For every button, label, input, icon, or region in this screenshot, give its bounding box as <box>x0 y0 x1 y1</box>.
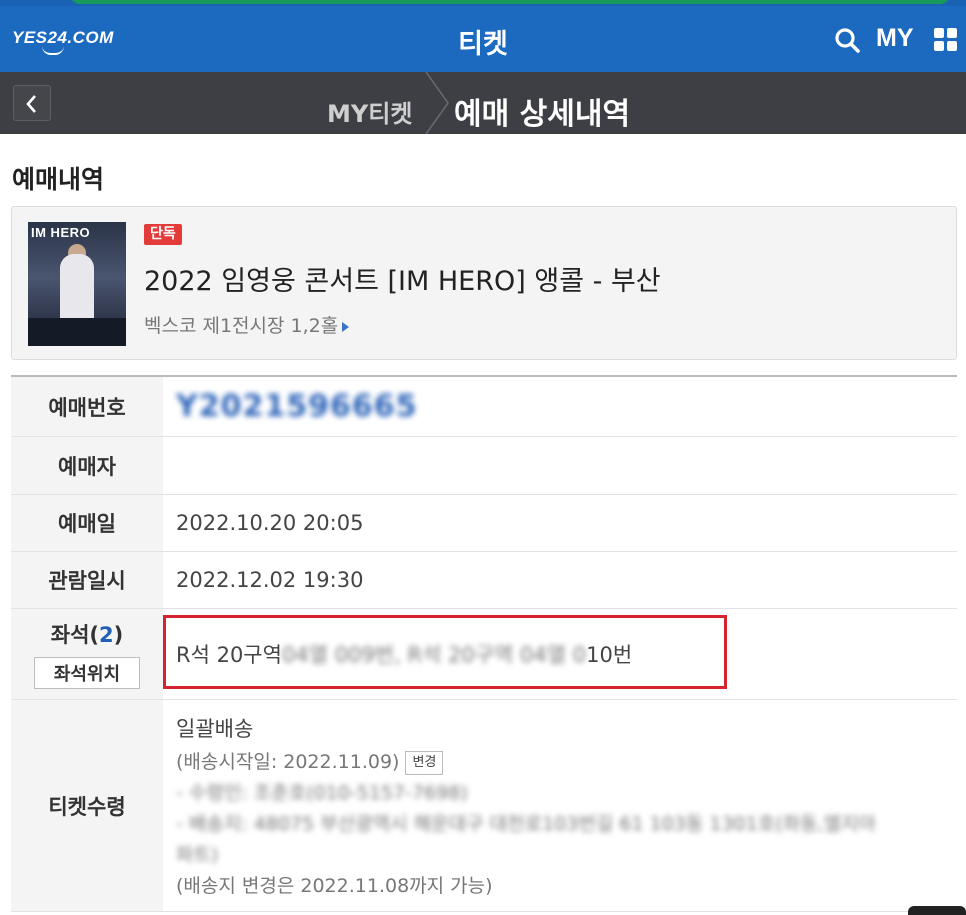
ticket-pickup-value: 일괄배송 (배송시작일: 2022.11.09) 변경 - 수령인: 조춘호(01… <box>163 700 957 911</box>
ship-start-date: (배송시작일: 2022.11.09) 변경 <box>176 747 444 778</box>
poster-logo: IM HERO <box>31 225 91 240</box>
show-datetime-value: 2022.12.02 19:30 <box>176 568 364 592</box>
caret-right-icon <box>342 321 350 332</box>
table-row: 티켓수령 일괄배송 (배송시작일: 2022.11.09) 변경 - 수령인: 조… <box>11 700 957 912</box>
booker-label: 예매자 <box>11 437 163 494</box>
event-card: IM HERO 단독 2022 임영웅 콘서트 [IM HERO] 앵콜 - 부… <box>11 206 957 360</box>
back-button[interactable] <box>13 85 51 121</box>
table-row: 예매일 2022.10.20 20:05 <box>11 495 957 552</box>
booker-value <box>163 437 957 494</box>
booking-detail-table: 예매번호 Y2021596665 예매자 예매일 2022.10.20 20:0… <box>11 375 957 912</box>
booking-number-value: Y2021596665 <box>176 389 418 424</box>
venue-link[interactable]: 벡스코 제1전시장 1,2홀 <box>144 311 350 338</box>
show-datetime-label: 관람일시 <box>11 552 163 608</box>
breadcrumb-current: 예매 상세내역 <box>454 97 631 132</box>
booking-number-label: 예매번호 <box>11 377 163 436</box>
breadcrumb-separator-icon <box>425 72 449 134</box>
chevron-left-icon <box>26 95 36 113</box>
seat-location-button[interactable]: 좌석위치 <box>34 657 140 689</box>
section-title: 예매내역 <box>12 165 105 194</box>
exclusive-badge: 단독 <box>144 224 182 245</box>
seat-label: 좌석(2) <box>50 623 124 647</box>
menu-grid-icon[interactable] <box>934 28 958 52</box>
address-info: - 배송지: 48075 부산광역시 해운대구 대천로103번길 61 103동… <box>176 813 877 835</box>
seat-value: R석 20구역 04열 009번, R석 20구역 04열 0 10번 <box>176 643 633 667</box>
event-title[interactable]: 2022 임영웅 콘서트 [IM HERO] 앵콜 - 부산 <box>144 259 661 298</box>
table-row: 예매번호 Y2021596665 <box>11 377 957 437</box>
floating-corner <box>908 906 966 915</box>
receiver-info: - 수령인: 조춘호(010-5157-7698) <box>176 782 468 804</box>
event-poster[interactable]: IM HERO <box>28 222 126 346</box>
search-icon[interactable] <box>834 27 860 53</box>
seat-label-cell: 좌석(2) 좌석위치 <box>11 609 163 699</box>
booking-date-label: 예매일 <box>11 495 163 551</box>
table-row: 관람일시 2022.12.02 19:30 <box>11 552 957 609</box>
breadcrumb: MY티켓 예매 상세내역 <box>0 72 966 134</box>
address-info-cont: 파트) <box>176 844 219 866</box>
delivery-method: 일괄배송 <box>176 717 254 741</box>
table-row: 좌석(2) 좌석위치 R석 20구역 04열 009번, R석 20구역 04열… <box>11 609 957 700</box>
table-row: 예매자 <box>11 437 957 495</box>
change-button[interactable]: 변경 <box>405 750 444 775</box>
page-title: 티켓 <box>458 29 508 60</box>
ship-change-note: (배송지 변경은 2022.11.08까지 가능) <box>176 875 493 897</box>
breadcrumb-parent[interactable]: MY티켓 <box>327 94 412 129</box>
booking-date-value: 2022.10.20 20:05 <box>176 511 364 535</box>
my-link[interactable]: MY <box>876 24 914 53</box>
ticket-pickup-label: 티켓수령 <box>11 700 163 911</box>
seat-count: 2 <box>99 623 114 647</box>
app-header: YES24.COM 티켓 MY <box>0 6 966 72</box>
